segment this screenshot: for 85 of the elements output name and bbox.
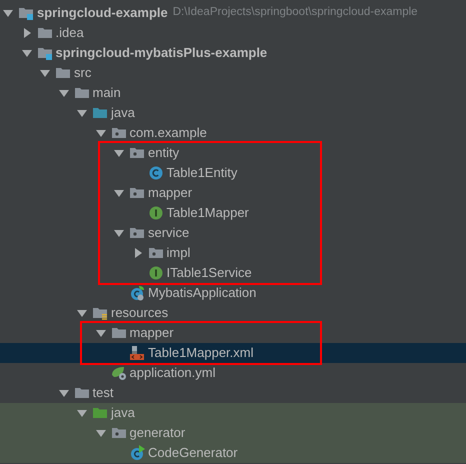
tree-row[interactable]: Table1Mapper.xml — [0, 343, 466, 363]
interface-icon — [148, 265, 164, 281]
tree-row[interactable]: entity — [0, 143, 466, 163]
item-label: Table1Mapper.xml — [148, 344, 254, 362]
tree-row[interactable]: main — [0, 83, 466, 103]
tree-row[interactable]: test — [0, 383, 466, 403]
tree-row[interactable]: MybatisApplication — [0, 283, 466, 303]
item-label: mapper — [130, 324, 174, 342]
tree-row[interactable]: resources — [0, 303, 466, 323]
collapse-arrow-icon[interactable] — [58, 88, 68, 98]
collapse-arrow-icon[interactable] — [77, 108, 87, 118]
item-label: .idea — [56, 24, 84, 42]
tree-row[interactable]: .idea — [0, 23, 466, 43]
collapse-arrow-icon[interactable] — [3, 8, 13, 18]
tree-row[interactable]: generator — [0, 423, 466, 443]
item-label: ITable1Service — [166, 264, 252, 282]
item-label: MybatisApplication — [148, 284, 256, 302]
tree-row[interactable]: mapper — [0, 183, 466, 203]
package-folder-icon — [129, 145, 145, 161]
item-label: src — [74, 64, 92, 82]
project-path: D:\IdeaProjects\springboot\springcloud-example — [172, 5, 418, 20]
item-label: com.example — [130, 124, 207, 142]
item-label: resources — [111, 304, 168, 322]
tree-row[interactable]: java — [0, 103, 466, 123]
tree-row[interactable]: src — [0, 63, 466, 83]
interface-icon — [148, 205, 164, 221]
package-folder-icon — [148, 245, 164, 261]
item-label: entity — [148, 144, 180, 162]
package-folder-icon — [110, 425, 126, 441]
class-with-leaf-icon — [129, 285, 145, 301]
item-label: main — [92, 84, 121, 102]
tree-row[interactable]: java — [0, 403, 466, 423]
collapse-arrow-icon[interactable] — [96, 428, 106, 438]
tree-row[interactable]: com.example — [0, 123, 466, 143]
tree-row[interactable]: Table1Entity — [0, 163, 466, 183]
collapse-arrow-icon[interactable] — [40, 68, 50, 78]
xml-file-icon — [129, 345, 145, 361]
item-label: springcloud-mybatisPlus-example — [56, 44, 268, 62]
expand-arrow-icon[interactable] — [22, 28, 32, 38]
resources-folder-icon — [92, 305, 108, 321]
tree-row[interactable]: service — [0, 223, 466, 243]
collapse-arrow-icon[interactable] — [96, 328, 106, 338]
module-folder-icon — [18, 5, 34, 21]
item-label: test — [92, 384, 114, 402]
item-label: generator — [130, 424, 186, 442]
tree-row[interactable]: mapper — [0, 323, 466, 343]
item-label: mapper — [148, 184, 192, 202]
collapse-arrow-icon[interactable] — [114, 188, 124, 198]
collapse-arrow-icon[interactable] — [77, 308, 87, 318]
collapse-arrow-icon[interactable] — [58, 388, 68, 398]
source-folder-icon — [92, 105, 108, 121]
expand-arrow-icon[interactable] — [132, 248, 142, 258]
tree-row[interactable]: springcloud-mybatisPlus-example — [0, 43, 466, 63]
collapse-arrow-icon[interactable] — [77, 408, 87, 418]
collapse-arrow-icon[interactable] — [22, 48, 32, 58]
item-label: service — [148, 224, 190, 242]
package-folder-icon — [129, 185, 145, 201]
tree-row[interactable]: springcloud-example D:\IdeaProjects\springboot\springcloud-example — [0, 3, 466, 23]
item-label: CodeGenerator — [148, 444, 238, 462]
tree-row[interactable]: Table1Mapper — [0, 203, 466, 223]
collapse-arrow-icon[interactable] — [96, 128, 106, 138]
tree-row[interactable]: CodeGenerator — [0, 443, 466, 463]
item-label: application.yml — [130, 364, 216, 382]
item-label: java — [111, 104, 135, 122]
collapse-arrow-icon[interactable] — [114, 148, 124, 158]
collapse-arrow-icon[interactable] — [114, 228, 124, 238]
gear-leaf-icon — [110, 365, 126, 381]
item-label: springcloud-example — [37, 4, 168, 22]
folder-icon — [74, 385, 90, 401]
item-label: Table1Entity — [166, 164, 238, 182]
package-folder-icon — [110, 125, 126, 141]
module-folder-icon — [36, 45, 52, 61]
folder-icon — [110, 325, 126, 341]
item-label: impl — [166, 244, 190, 262]
tree-row[interactable]: ITable1Service — [0, 263, 466, 283]
test-folder-icon — [92, 405, 108, 421]
item-label: Table1Mapper — [166, 204, 249, 222]
class-icon — [148, 165, 164, 181]
package-folder-icon — [129, 225, 145, 241]
item-label: java — [111, 404, 135, 422]
tree-row[interactable]: impl — [0, 243, 466, 263]
folder-icon — [74, 85, 90, 101]
tree-row[interactable]: application.yml — [0, 363, 466, 383]
folder-icon — [55, 65, 71, 81]
folder-icon — [36, 25, 52, 41]
